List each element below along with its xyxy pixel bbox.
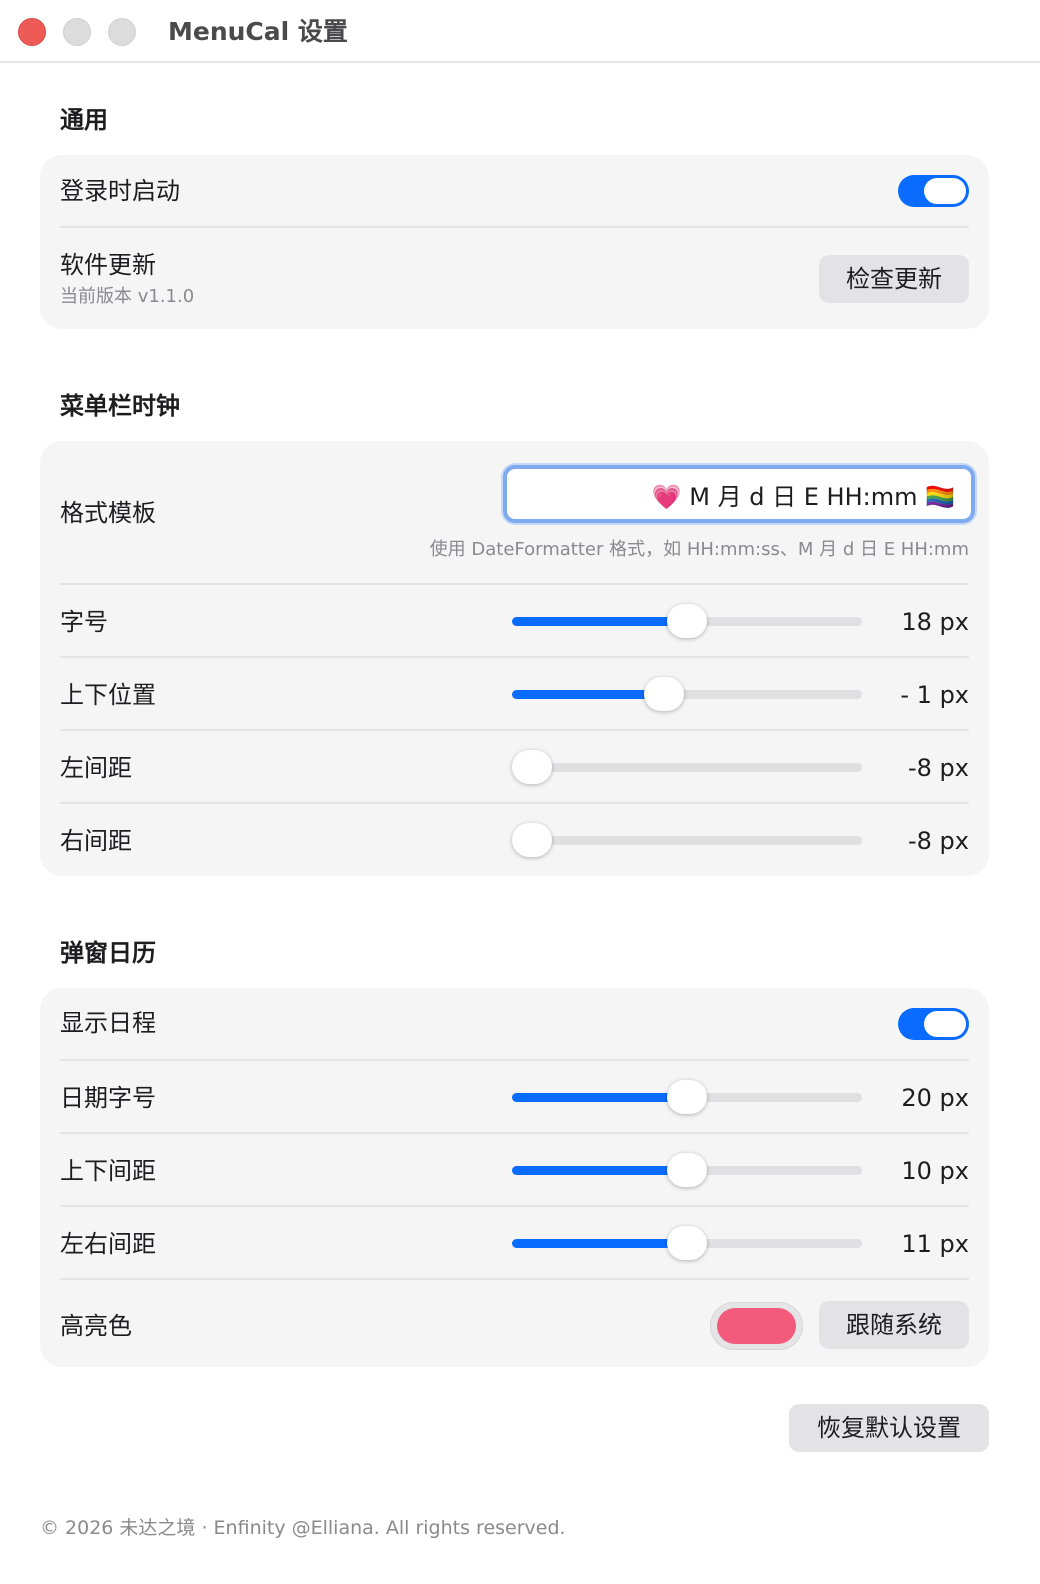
vertical-spacing-value: 10 px (901, 1157, 969, 1185)
slider-thumb[interactable] (512, 823, 552, 857)
toggle-knob (924, 178, 966, 204)
slider-thumb[interactable] (643, 677, 684, 711)
section-title-menubar-clock: 菜单栏时钟 (60, 392, 180, 420)
left-padding-value: -8 px (908, 754, 969, 782)
divider (60, 1132, 969, 1134)
divider (60, 1059, 969, 1061)
popup-calendar-card: 显示日程 日期字号 20 px 上下间距 10 px 左右间距 11 px 高亮… (40, 988, 989, 1367)
section-title-popup-calendar: 弹窗日历 (60, 939, 156, 967)
vertical-offset-label: 上下位置 (60, 681, 156, 709)
slider-thumb[interactable] (667, 1080, 707, 1114)
format-template-field[interactable] (503, 465, 975, 523)
window-title: MenuCal 设置 (168, 17, 348, 46)
divider (60, 802, 969, 804)
section-title-general: 通用 (60, 106, 108, 134)
show-events-label: 显示日程 (60, 1009, 156, 1037)
divider (60, 729, 969, 731)
slider-fill (512, 1093, 687, 1102)
font-size-label: 字号 (60, 608, 108, 636)
divider (60, 1278, 969, 1280)
divider (60, 226, 969, 228)
general-card: 登录时启动 软件更新 当前版本 v1.1.0 检查更新 (40, 155, 989, 329)
launch-at-login-toggle[interactable] (898, 175, 969, 207)
title-bar: MenuCal 设置 (0, 0, 1040, 63)
right-padding-label: 右间距 (60, 827, 132, 855)
format-hint-text: 使用 DateFormatter 格式，如 HH:mm:ss、M 月 d 日 E… (429, 539, 969, 560)
date-font-size-label: 日期字号 (60, 1084, 156, 1112)
divider (60, 1205, 969, 1207)
show-events-toggle[interactable] (898, 1008, 969, 1040)
horizontal-spacing-value: 11 px (901, 1230, 969, 1258)
highlight-color-swatch (717, 1308, 796, 1344)
font-size-slider[interactable] (512, 601, 862, 641)
highlight-color-label: 高亮色 (60, 1312, 132, 1340)
reset-defaults-button[interactable]: 恢复默认设置 (789, 1404, 989, 1452)
vertical-spacing-slider[interactable] (512, 1150, 862, 1190)
format-template-input[interactable] (507, 469, 971, 519)
slider-track (512, 763, 862, 772)
vertical-offset-value: - 1 px (900, 681, 969, 709)
vertical-spacing-label: 上下间距 (60, 1157, 156, 1185)
horizontal-spacing-slider[interactable] (512, 1223, 862, 1263)
close-window-button[interactable] (18, 18, 46, 46)
slider-fill (512, 617, 687, 626)
software-update-label: 软件更新 (60, 251, 156, 279)
slider-thumb[interactable] (512, 750, 552, 784)
minimize-window-button[interactable] (63, 18, 91, 46)
copyright-footer: © 2026 未达之境 · Enfinity @Elliana. All rig… (40, 1517, 566, 1539)
slider-fill (512, 690, 664, 699)
right-padding-slider[interactable] (512, 820, 862, 860)
slider-thumb[interactable] (667, 1226, 707, 1260)
slider-thumb[interactable] (667, 604, 707, 638)
horizontal-spacing-label: 左右间距 (60, 1230, 156, 1258)
check-update-button[interactable]: 检查更新 (819, 255, 969, 303)
slider-fill (512, 1239, 687, 1248)
left-padding-slider[interactable] (512, 747, 862, 787)
toggle-knob (924, 1011, 966, 1037)
divider (60, 583, 969, 585)
current-version-text: 当前版本 v1.1.0 (60, 286, 195, 307)
launch-at-login-label: 登录时启动 (60, 177, 180, 205)
menubar-clock-card: 格式模板 使用 DateFormatter 格式，如 HH:mm:ss、M 月 … (40, 441, 989, 876)
divider (60, 656, 969, 658)
highlight-color-well[interactable] (710, 1302, 803, 1350)
format-template-label: 格式模板 (60, 499, 156, 527)
left-padding-label: 左间距 (60, 754, 132, 782)
slider-fill (512, 1166, 687, 1175)
date-font-size-value: 20 px (901, 1084, 969, 1112)
slider-track (512, 836, 862, 845)
slider-thumb[interactable] (667, 1153, 707, 1187)
right-padding-value: -8 px (908, 827, 969, 855)
vertical-offset-slider[interactable] (512, 674, 862, 714)
font-size-value: 18 px (901, 608, 969, 636)
zoom-window-button[interactable] (108, 18, 136, 46)
follow-system-button[interactable]: 跟随系统 (819, 1301, 969, 1349)
date-font-size-slider[interactable] (512, 1077, 862, 1117)
